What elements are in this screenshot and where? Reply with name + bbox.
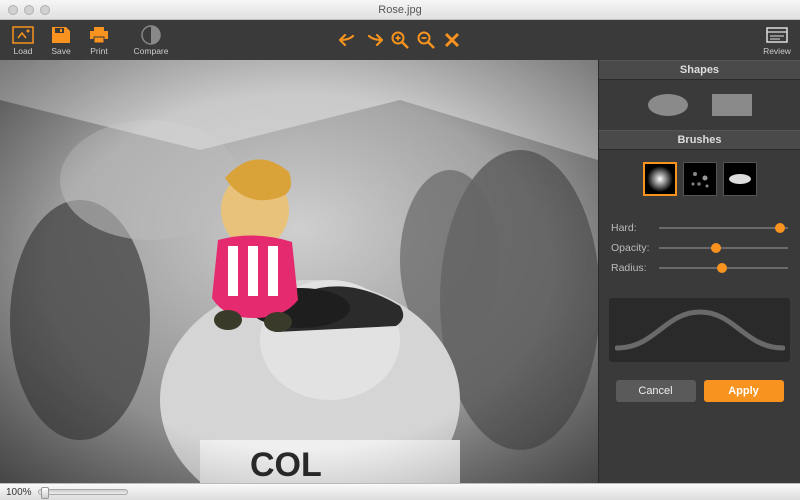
brush-soft-round[interactable] — [643, 162, 677, 196]
slider-radius: Radius: — [611, 262, 788, 274]
redo-button[interactable] — [365, 31, 383, 49]
apply-button[interactable]: Apply — [704, 380, 784, 402]
zoom-slider[interactable] — [38, 489, 128, 495]
curve-preview — [609, 298, 790, 362]
print-icon — [88, 25, 110, 45]
close-tool-button[interactable] — [443, 31, 461, 49]
compare-icon — [140, 25, 162, 45]
window-title: Rose.jpg — [0, 4, 800, 16]
compare-button[interactable]: Compare — [134, 22, 168, 58]
brush-flat[interactable] — [723, 162, 757, 196]
load-button[interactable]: Load — [6, 22, 40, 58]
canvas[interactable]: COL — [0, 60, 598, 483]
load-label: Load — [14, 46, 33, 56]
statusbar: 100% — [0, 483, 800, 500]
brush-scatter[interactable] — [683, 162, 717, 196]
review-label: Review — [763, 46, 791, 56]
slider-radius-label: Radius: — [611, 262, 659, 274]
cancel-button[interactable]: Cancel — [616, 380, 696, 402]
close-icon[interactable] — [8, 5, 18, 15]
button-row: Cancel Apply — [599, 374, 800, 412]
review-button[interactable]: Review — [760, 22, 794, 58]
save-icon — [50, 25, 72, 45]
slider-hard-track[interactable] — [659, 222, 788, 234]
zoom-value: 100% — [6, 487, 32, 498]
save-label: Save — [51, 46, 70, 56]
sidebar: Shapes Brushes Hard: — [598, 60, 800, 483]
main: COL Shapes Brushes — [0, 60, 800, 483]
photo-preview: COL — [0, 60, 598, 483]
minimize-icon[interactable] — [24, 5, 34, 15]
slider-hard: Hard: — [611, 222, 788, 234]
shapes-header: Shapes — [599, 60, 800, 80]
print-label: Print — [90, 46, 107, 56]
load-icon — [12, 25, 34, 45]
print-button[interactable]: Print — [82, 22, 116, 58]
save-button[interactable]: Save — [44, 22, 78, 58]
slider-opacity-label: Opacity: — [611, 242, 659, 254]
zoom-out-button[interactable] — [417, 31, 435, 49]
shapes-row — [599, 80, 800, 130]
brushes-header: Brushes — [599, 130, 800, 150]
review-icon — [766, 25, 788, 45]
undo-button[interactable] — [339, 31, 357, 49]
slider-hard-label: Hard: — [611, 222, 659, 234]
slider-radius-track[interactable] — [659, 262, 788, 274]
zoom-icon[interactable] — [40, 5, 50, 15]
slider-opacity: Opacity: — [611, 242, 788, 254]
brushes-row — [599, 150, 800, 210]
compare-label: Compare — [134, 46, 169, 56]
titlebar: Rose.jpg — [0, 0, 800, 20]
toolbar-center — [339, 31, 461, 49]
slider-opacity-track[interactable] — [659, 242, 788, 254]
zoom-in-button[interactable] — [391, 31, 409, 49]
window-controls — [8, 5, 50, 15]
sliders: Hard: Opacity: Radius: — [599, 210, 800, 292]
toolbar: Load Save Print Compare — [0, 20, 800, 60]
shape-rectangle[interactable] — [712, 94, 752, 116]
shape-ellipse[interactable] — [648, 94, 688, 116]
